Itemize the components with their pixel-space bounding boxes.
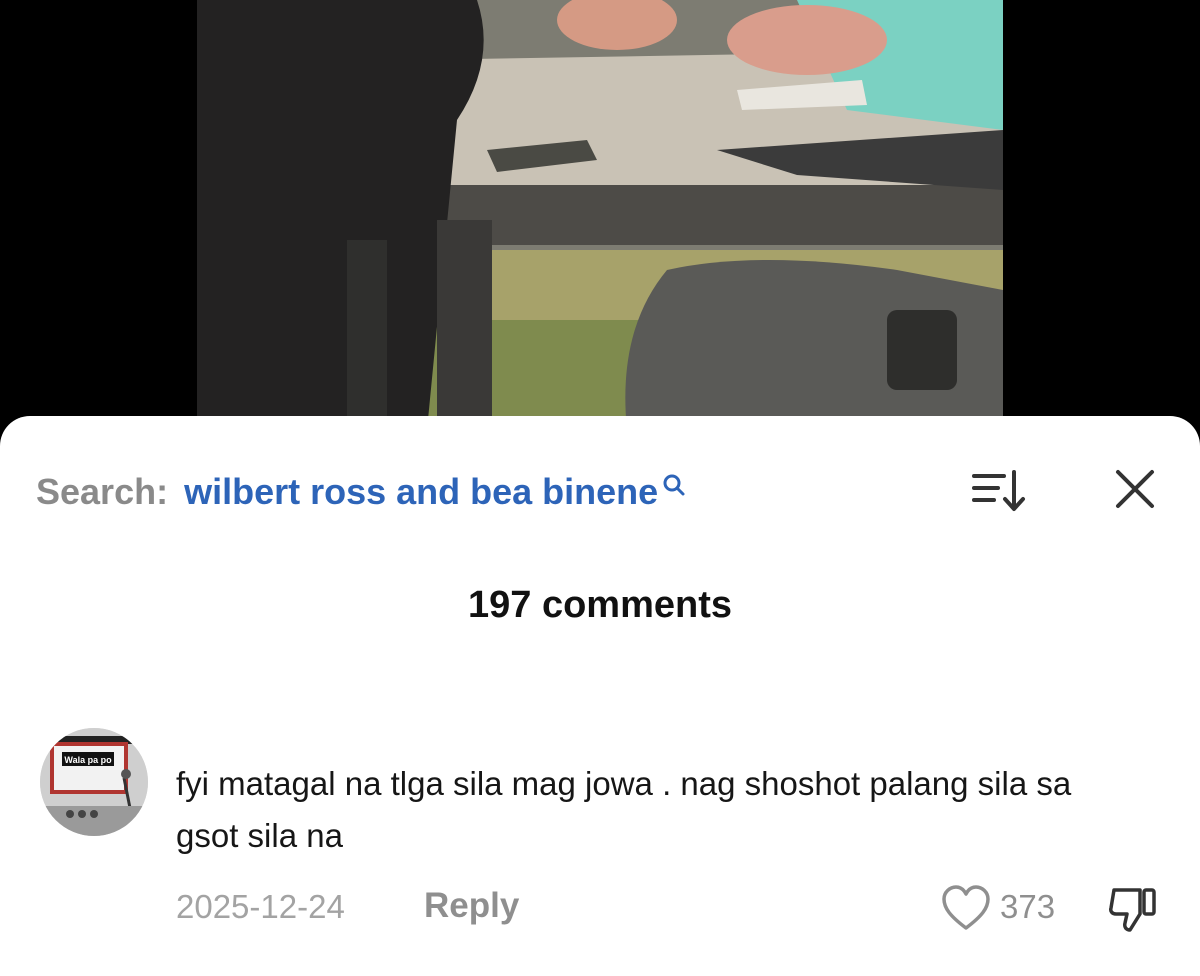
thumbs-down-icon bbox=[1106, 888, 1160, 938]
avatar-text: Wala pa po bbox=[64, 755, 112, 765]
close-icon bbox=[1108, 470, 1162, 520]
video-frame bbox=[197, 0, 1003, 430]
search-prefix-label: Search: bbox=[36, 471, 169, 512]
avatar[interactable]: Wala pa po bbox=[40, 728, 148, 836]
comment-date: 2025-12-24 bbox=[176, 888, 345, 925]
search-icon[interactable] bbox=[662, 466, 686, 496]
dislike-button[interactable] bbox=[1106, 884, 1160, 934]
search-query-link[interactable]: wilbert ross and bea binene bbox=[184, 471, 658, 513]
comment-text: fyi matagal na tlga sila mag jowa . nag … bbox=[176, 765, 1072, 854]
comments-count-heading: 197 comments bbox=[467, 584, 732, 626]
reply-button[interactable]: Reply bbox=[424, 886, 519, 926]
like-count: 373 bbox=[1000, 888, 1056, 925]
heart-icon bbox=[940, 885, 992, 936]
close-button[interactable] bbox=[1108, 462, 1162, 516]
sort-button[interactable] bbox=[968, 466, 1028, 516]
video-player[interactable] bbox=[0, 0, 1200, 430]
sort-icon bbox=[968, 470, 1028, 520]
search-bar[interactable]: Search: wilbert ross and bea binene bbox=[36, 470, 686, 514]
like-button[interactable] bbox=[940, 884, 992, 932]
